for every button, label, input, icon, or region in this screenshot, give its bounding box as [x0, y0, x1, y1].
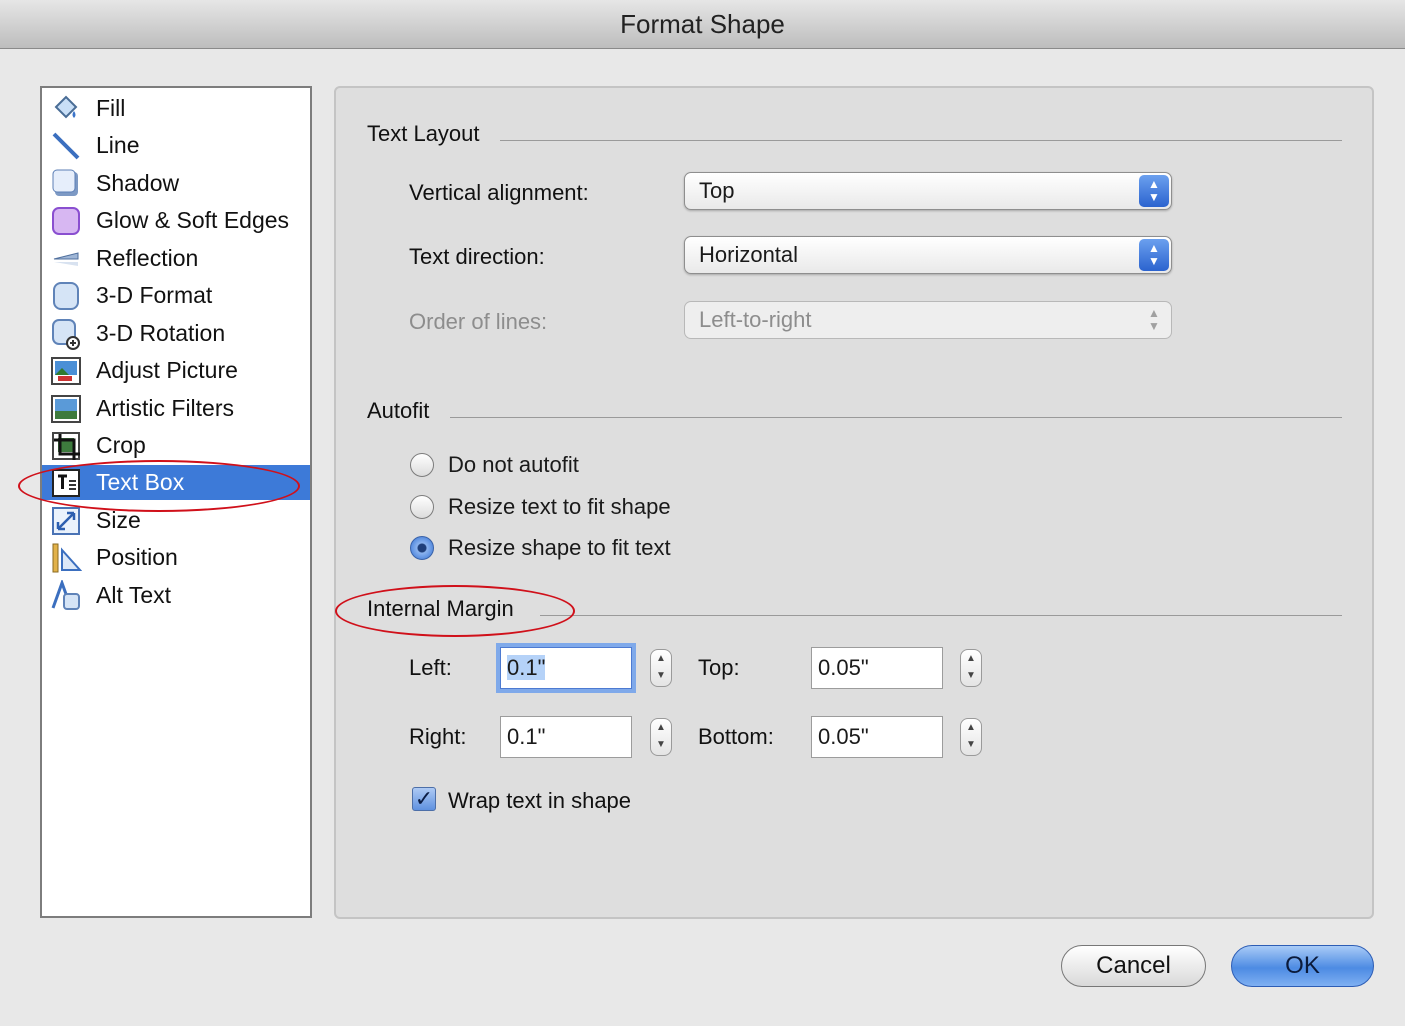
- margin-top-input[interactable]: 0.05": [811, 647, 943, 689]
- reflection-icon: [53, 251, 79, 266]
- sidebar-item-position[interactable]: Position: [42, 540, 310, 575]
- sidebar-item-label: Position: [96, 544, 178, 570]
- margin-left-input[interactable]: 0.1": [500, 647, 632, 689]
- section-title-autofit: Autofit: [367, 398, 436, 424]
- section-title-internal-margin: Internal Margin: [367, 596, 520, 622]
- margin-left-value: 0.1": [507, 655, 546, 680]
- margin-right-label: Right:: [409, 724, 467, 749]
- margin-bottom-stepper[interactable]: ▲ ▼: [960, 718, 982, 756]
- radio-button-selected[interactable]: [410, 536, 434, 560]
- shadow-icon: [52, 169, 78, 196]
- sidebar-item-label: Reflection: [96, 245, 199, 271]
- glow-icon: [52, 206, 80, 235]
- line-icon: [52, 132, 80, 159]
- margin-right-stepper[interactable]: ▲ ▼: [650, 718, 672, 756]
- radio-label: Resize text to fit shape: [448, 494, 671, 519]
- order-of-lines-label: Order of lines:: [409, 309, 548, 334]
- sidebar-item-label: Crop: [96, 432, 146, 458]
- sidebar-item-label: Glow & Soft Edges: [96, 207, 290, 233]
- chevron-up-down-icon: ▲ ▼: [1139, 175, 1169, 207]
- vertical-alignment-select[interactable]: Top ▲ ▼: [684, 172, 1172, 210]
- radio-label: Do not autofit: [448, 452, 579, 477]
- sidebar-item-label: Shadow: [96, 170, 180, 196]
- radio-button[interactable]: [410, 453, 434, 477]
- wrap-text-checkbox[interactable]: ✓: [412, 787, 436, 811]
- chevron-up-down-icon: ▲ ▼: [1148, 306, 1160, 333]
- section-title-text-layout: Text Layout: [367, 121, 486, 147]
- sidebar-item-line[interactable]: Line: [42, 128, 310, 163]
- window-titlebar: Format Shape: [0, 0, 1405, 49]
- sidebar-item-label: Fill: [96, 95, 126, 121]
- sidebar-item-label: Text Box: [96, 469, 185, 495]
- sidebar-item-crop[interactable]: Crop: [42, 428, 310, 463]
- sidebar-item-3d-format[interactable]: 3-D Format: [42, 278, 310, 313]
- sidebar-item-size[interactable]: Size: [42, 503, 310, 538]
- section-divider: [540, 615, 1342, 616]
- order-of-lines-select[interactable]: Left-to-right ▲ ▼: [684, 301, 1172, 339]
- sidebar-item-3d-rotation[interactable]: 3-D Rotation: [42, 316, 310, 351]
- radio-do-not-autofit[interactable]: Do not autofit: [410, 452, 579, 478]
- sidebar-item-label: Alt Text: [96, 582, 171, 608]
- vertical-alignment-value: Top: [699, 178, 735, 203]
- margin-bottom-value: 0.05": [818, 724, 869, 749]
- radio-button[interactable]: [410, 495, 434, 519]
- text-direction-label: Text direction:: [409, 244, 545, 269]
- margin-left-stepper[interactable]: ▲ ▼: [650, 649, 672, 687]
- sidebar-item-label: Size: [96, 507, 141, 533]
- resize-icon: [52, 506, 80, 535]
- text-box-icon: [52, 468, 80, 497]
- sidebar-item-alt-text[interactable]: Alt Text: [42, 578, 310, 613]
- position-icon: [52, 543, 82, 572]
- sidebar-item-label: Artistic Filters: [96, 395, 234, 421]
- cancel-button[interactable]: Cancel: [1061, 945, 1206, 987]
- sidebar-item-artistic-filters[interactable]: Artistic Filters: [42, 391, 310, 426]
- paint-bucket-icon: [54, 95, 78, 118]
- margin-right-input[interactable]: 0.1": [500, 716, 632, 758]
- text-direction-value: Horizontal: [699, 242, 799, 267]
- vertical-alignment-label: Vertical alignment:: [409, 180, 589, 205]
- sidebar-item-label: 3-D Rotation: [96, 320, 226, 346]
- margin-bottom-label: Bottom:: [698, 724, 774, 749]
- sidebar-item-shadow[interactable]: Shadow: [42, 166, 310, 201]
- sidebar-item-glow[interactable]: Glow & Soft Edges: [42, 203, 310, 238]
- radio-resize-shape[interactable]: Resize shape to fit text: [410, 535, 671, 561]
- section-divider: [450, 417, 1342, 418]
- chevron-up-down-icon: ▲ ▼: [1139, 239, 1169, 271]
- text-direction-select[interactable]: Horizontal ▲ ▼: [684, 236, 1172, 274]
- sidebar-item-label: Adjust Picture: [96, 357, 238, 383]
- margin-top-label: Top:: [698, 655, 740, 680]
- rotation-icon: [52, 318, 80, 350]
- category-list: Fill Line Shadow Glow & Soft Edges Refle…: [40, 86, 312, 918]
- sidebar-item-adjust-picture[interactable]: Adjust Picture: [42, 353, 310, 388]
- order-of-lines-value: Left-to-right: [699, 307, 812, 332]
- margin-bottom-input[interactable]: 0.05": [811, 716, 943, 758]
- sidebar-item-text-box[interactable]: Text Box: [42, 465, 310, 500]
- margin-top-value: 0.05": [818, 655, 869, 680]
- radio-resize-text[interactable]: Resize text to fit shape: [410, 494, 671, 520]
- radio-label: Resize shape to fit text: [448, 535, 671, 560]
- filter-icon: [51, 394, 81, 423]
- window-title: Format Shape: [620, 9, 785, 39]
- wrap-text-label: Wrap text in shape: [448, 788, 632, 813]
- section-divider: [500, 140, 1342, 141]
- crop-icon: [52, 431, 80, 460]
- sidebar-item-label: Line: [96, 132, 140, 158]
- ok-button[interactable]: OK: [1231, 945, 1374, 987]
- alt-text-icon: [51, 579, 80, 610]
- margin-left-label: Left:: [409, 655, 452, 680]
- margin-top-stepper[interactable]: ▲ ▼: [960, 649, 982, 687]
- margin-right-value: 0.1": [507, 724, 546, 749]
- cube-icon: [53, 281, 79, 310]
- sidebar-item-label: 3-D Format: [96, 282, 213, 308]
- sidebar-item-reflection[interactable]: Reflection: [42, 241, 310, 276]
- picture-icon: [51, 356, 81, 385]
- sidebar-item-fill[interactable]: Fill: [42, 91, 310, 126]
